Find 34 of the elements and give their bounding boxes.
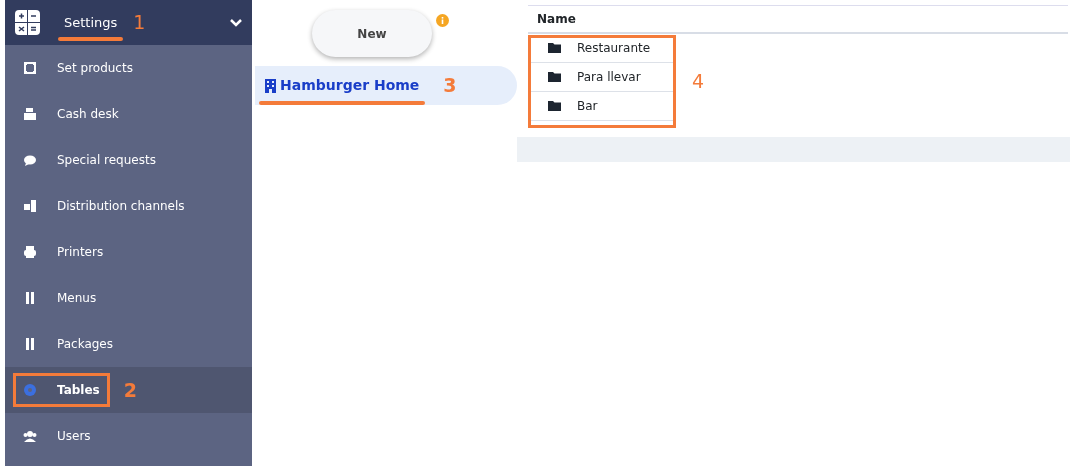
folder-icon: [548, 101, 561, 111]
location-item[interactable]: Hamburger Home 3: [255, 66, 517, 105]
dot-icon: [23, 383, 37, 397]
table-cell-text: Restaurante: [577, 40, 651, 57]
frame-icon: [23, 61, 37, 75]
sidebar-item[interactable]: Users: [23, 427, 91, 445]
calculator-icon: [15, 10, 40, 35]
sidebar-item[interactable]: Packages: [23, 335, 113, 353]
new-button[interactable]: New: [312, 10, 432, 57]
sidebar-item[interactable]: Cash desk: [23, 105, 119, 123]
speech-bubble-icon: [23, 153, 37, 167]
building-icon: [265, 79, 276, 93]
annotation-number: 4: [692, 68, 705, 94]
sidebar-title: Settings: [64, 14, 118, 30]
sidebar-item[interactable]: Tables: [23, 381, 100, 399]
column-header: Name: [528, 6, 1068, 34]
annotation-number: 2: [123, 377, 137, 403]
info-icon: [436, 14, 449, 27]
folder-icon: [548, 43, 561, 53]
printer-icon: [23, 245, 37, 259]
table-cell-text: Bar: [577, 98, 598, 115]
sidebar-item[interactable]: Set products: [23, 59, 133, 77]
register-icon: [23, 107, 37, 121]
sidebar-item[interactable]: Menus: [23, 289, 97, 307]
collapse-button[interactable]: [230, 18, 242, 27]
users-icon: [23, 429, 37, 443]
sidebar-item[interactable]: Special requests: [23, 151, 156, 169]
location-label: Hamburger Home: [280, 77, 420, 93]
folder-icon: [548, 72, 561, 82]
annotation-number: 1: [133, 10, 146, 36]
sidebar-item[interactable]: Distribution channels: [23, 197, 185, 215]
sidebar-item[interactable]: Printers: [23, 243, 104, 261]
annotation-number: 3: [443, 73, 457, 99]
table-cell-text: Para llevar: [577, 69, 641, 86]
